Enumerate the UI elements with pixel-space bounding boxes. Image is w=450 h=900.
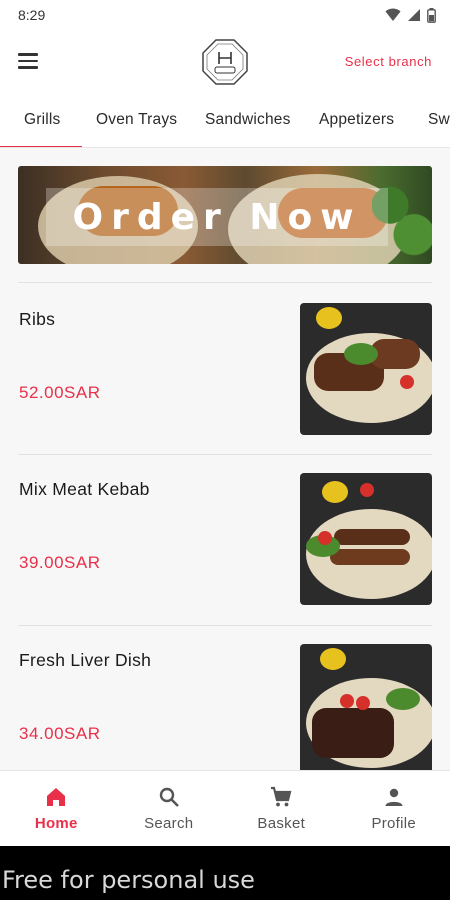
nav-label: Profile <box>371 815 417 832</box>
hamburger-icon-line <box>18 59 38 63</box>
ribs-image <box>300 303 432 435</box>
menu-item-ribs[interactable]: Ribs 52.00SAR <box>18 303 432 435</box>
nav-label: Basket <box>257 815 306 832</box>
tab-label: Sw <box>428 110 450 128</box>
tab-appetizers[interactable]: Appetizers <box>319 92 395 147</box>
signal-icon <box>408 9 420 21</box>
restaurant-logo-icon <box>202 39 248 85</box>
watermark-text: Free for personal use <box>2 866 255 894</box>
tab-sandwiches[interactable]: Sandwiches <box>205 92 291 147</box>
nav-basket[interactable]: Basket <box>225 771 338 846</box>
nav-home[interactable]: Home <box>0 771 113 846</box>
person-icon <box>385 788 403 806</box>
item-price: 34.00SAR <box>19 724 101 743</box>
status-icons <box>385 7 436 23</box>
hamburger-icon-line <box>18 53 38 56</box>
menu-item-mix-meat-kebab[interactable]: Mix Meat Kebab 39.00SAR <box>18 473 432 605</box>
home-icon <box>47 788 66 806</box>
divider <box>18 454 432 455</box>
status-time: 8:29 <box>18 7 46 23</box>
status-bar: 8:29 <box>0 0 450 30</box>
nav-label: Search <box>144 815 194 832</box>
bottom-navigation: Home Search Basket Profile <box>0 770 450 846</box>
tab-label: Appetizers <box>319 110 395 128</box>
mix-meat-kebab-image <box>300 473 432 605</box>
order-now-banner[interactable]: Order Now <box>18 166 432 264</box>
tab-label: Sandwiches <box>205 110 291 128</box>
item-name: Mix Meat Kebab <box>19 479 150 499</box>
hamburger-icon-line <box>18 66 38 69</box>
nav-label: Home <box>34 815 78 832</box>
select-branch-link[interactable]: Select branch <box>345 54 432 69</box>
tab-label: Oven Trays <box>96 110 178 128</box>
item-price: 39.00SAR <box>19 553 101 572</box>
item-name: Ribs <box>19 309 56 329</box>
search-icon <box>159 787 179 807</box>
tab-sweets[interactable]: Sw <box>428 92 450 147</box>
nav-profile[interactable]: Profile <box>338 771 450 846</box>
cart-icon <box>271 786 292 807</box>
fresh-liver-dish-image <box>300 644 432 770</box>
item-price: 52.00SAR <box>19 383 101 402</box>
app-bar: Select branch <box>0 30 450 92</box>
tab-grills[interactable]: Grills <box>24 92 61 147</box>
menu-content[interactable]: Order Now Ribs 52.00SAR Mix Meat Kebab 3… <box>0 148 450 770</box>
menu-button[interactable] <box>18 49 42 73</box>
category-tabs: Grills Oven Trays Sandwiches Appetizers … <box>0 92 450 148</box>
battery-icon <box>427 7 436 23</box>
wifi-icon <box>385 8 401 21</box>
watermark-bar: Free for personal use <box>0 846 450 900</box>
divider <box>18 282 432 283</box>
banner-label: Order Now <box>46 188 388 246</box>
menu-item-fresh-liver-dish[interactable]: Fresh Liver Dish 34.00SAR <box>18 644 432 770</box>
tab-label: Grills <box>24 110 61 128</box>
divider <box>18 625 432 626</box>
item-name: Fresh Liver Dish <box>19 650 152 670</box>
nav-search[interactable]: Search <box>113 771 226 846</box>
tab-oven-trays[interactable]: Oven Trays <box>96 92 178 147</box>
